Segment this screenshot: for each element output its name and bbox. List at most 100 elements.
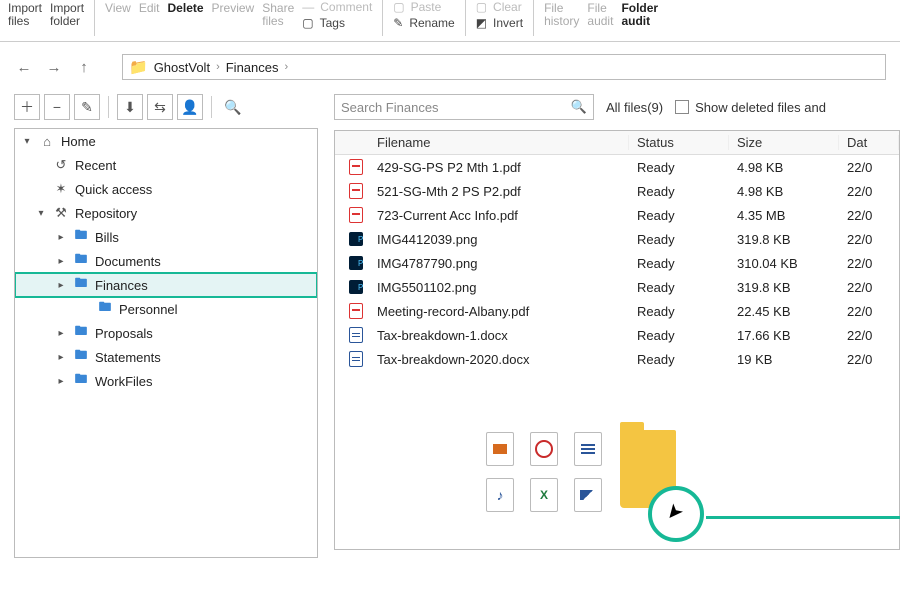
folder-icon: 📁 [129,58,148,76]
file-row[interactable]: Tax-breakdown-1.docxReady17.66 KB22/0 [335,323,899,347]
tags-button[interactable]: ▢Tags [302,16,372,30]
breadcrumb[interactable]: 📁 GhostVolt › Finances › [122,54,886,80]
file-name: 521-SG-Mth 2 PS P2.pdf [369,184,629,199]
folder-icon: 🖿 [73,346,89,368]
file-row[interactable]: 521-SG-Mth 2 PS P2.pdfReady4.98 KB22/0 [335,179,899,203]
edit-button[interactable]: Edit [139,0,160,15]
rename-button[interactable]: ✎Rename [393,16,454,30]
paste-button[interactable]: ▢Paste [393,0,454,14]
share-files-button[interactable]: Share files [262,0,294,28]
breadcrumb-root[interactable]: GhostVolt [154,60,210,75]
nav-forward-button[interactable]: → [44,59,64,76]
tree-item-workfiles[interactable]: ▸ 🖿 WorkFiles [15,369,317,393]
tree-home[interactable]: ▾ ⌂ Home [15,129,317,153]
folder-icon: 🖿 [73,370,89,392]
file-row[interactable]: 429-SG-PS P2 Mth 1.pdfReady4.98 KB22/0 [335,155,899,179]
pdf-icon [349,303,363,319]
pdf-icon [349,183,363,199]
file-row[interactable]: 723-Current Acc Info.pdfReady4.35 MB22/0 [335,203,899,227]
view-button[interactable]: View [105,0,131,15]
comment-button[interactable]: —Comment [302,0,372,14]
rename-folder-button[interactable]: ✎ [74,94,100,120]
file-date: 22/0 [839,232,899,247]
expand-icon[interactable]: ▸ [55,352,67,363]
file-status: Ready [629,304,729,319]
file-row[interactable]: IMG4787790.pngReady310.04 KB22/0 [335,251,899,275]
tree-item-finances[interactable]: ▸ 🖿 Finances [15,273,317,297]
folder-icon: 🖿 [73,250,89,272]
tree-item-bills[interactable]: ▸ 🖿 Bills [15,225,317,249]
chevron-right-icon: › [216,61,220,73]
clear-selection-button[interactable]: ▢Clear [476,0,523,14]
tree-item-statements[interactable]: ▸ 🖿 Statements [15,345,317,369]
tree-repository[interactable]: ▾ ⚒︎ Repository [15,201,317,225]
file-row[interactable]: Meeting-record-Albany.pdfReady22.45 KB22… [335,299,899,323]
pdf-icon [349,159,363,175]
col-size[interactable]: Size [729,135,839,150]
search-tree-button[interactable]: 🔍 [220,94,246,120]
file-list: Filename Status Size Dat 429-SG-PS P2 Mt… [334,130,900,550]
file-date: 22/0 [839,208,899,223]
user-access-button[interactable]: 👤 [177,94,203,120]
tree-recent[interactable]: ↺ Recent [15,153,317,177]
col-status[interactable]: Status [629,135,729,150]
share-button[interactable]: ⇆ [147,94,173,120]
file-name: IMG4787790.png [369,256,629,271]
file-filter[interactable]: All files(9) [600,100,669,115]
expand-icon[interactable]: ▸ [55,328,67,339]
col-filename[interactable]: Filename [369,135,629,150]
home-icon: ⌂ [39,134,55,149]
file-row[interactable]: IMG5501102.pngReady319.8 KB22/0 [335,275,899,299]
recent-icon: ↺ [53,157,69,173]
file-date: 22/0 [839,184,899,199]
expand-icon[interactable]: ▸ [55,232,67,243]
chevron-right-icon: › [284,61,288,73]
file-history-button[interactable]: File history [544,0,579,28]
import-files-button[interactable]: Import files [8,0,42,28]
download-button[interactable]: ⬇ [117,94,143,120]
file-name: IMG4412039.png [369,232,629,247]
doc-icon [349,327,363,343]
file-size: 4.35 MB [729,208,839,223]
invert-icon: ◩ [476,16,487,30]
collapse-icon[interactable]: ▾ [35,208,47,219]
file-row[interactable]: IMG4412039.pngReady319.8 KB22/0 [335,227,899,251]
file-row[interactable]: Tax-breakdown-2020.docxReady19 KB22/0 [335,347,899,371]
nav-back-button[interactable]: ← [14,59,34,76]
preview-button[interactable]: Preview [212,0,255,15]
file-audit-button[interactable]: File audit [587,0,613,28]
col-date[interactable]: Dat [839,135,899,150]
search-placeholder: Search Finances [341,100,439,115]
tree-item-documents[interactable]: ▸ 🖿 Documents [15,249,317,273]
search-input[interactable]: Search Finances 🔍 [334,94,594,120]
breadcrumb-current[interactable]: Finances [226,60,279,75]
file-status: Ready [629,280,729,295]
file-status: Ready [629,256,729,271]
folder-icon: 🖿 [73,274,89,296]
folder-icon: 🖿 [97,298,113,320]
ribbon: Import files Import folder View Edit Del… [0,0,900,42]
tree-item-proposals[interactable]: ▸ 🖿 Proposals [15,321,317,345]
doc-icon [349,351,363,367]
expand-icon[interactable]: ▸ [55,280,67,291]
file-status: Ready [629,328,729,343]
file-name: Tax-breakdown-2020.docx [369,352,629,367]
nav-up-button[interactable]: ↑ [74,59,94,76]
file-name: Tax-breakdown-1.docx [369,328,629,343]
invert-selection-button[interactable]: ◩Invert [476,16,523,30]
new-folder-button[interactable]: ＋ [14,94,40,120]
tree-quick-access[interactable]: ✶ Quick access [15,177,317,201]
collapse-icon[interactable]: ▾ [21,136,33,147]
file-size: 17.66 KB [729,328,839,343]
delete-button[interactable]: Delete [168,0,204,15]
tree-item-personnel[interactable]: 🖿 Personnel [15,297,317,321]
pdf-icon [349,207,363,223]
folder-audit-button[interactable]: Folder audit [621,0,658,28]
file-size: 4.98 KB [729,160,839,175]
expand-icon[interactable]: ▸ [55,376,67,387]
file-size: 22.45 KB [729,304,839,319]
import-folder-button[interactable]: Import folder [50,0,84,28]
expand-icon[interactable]: ▸ [55,256,67,267]
delete-folder-button[interactable]: − [44,94,70,120]
show-deleted-checkbox[interactable] [675,100,689,114]
